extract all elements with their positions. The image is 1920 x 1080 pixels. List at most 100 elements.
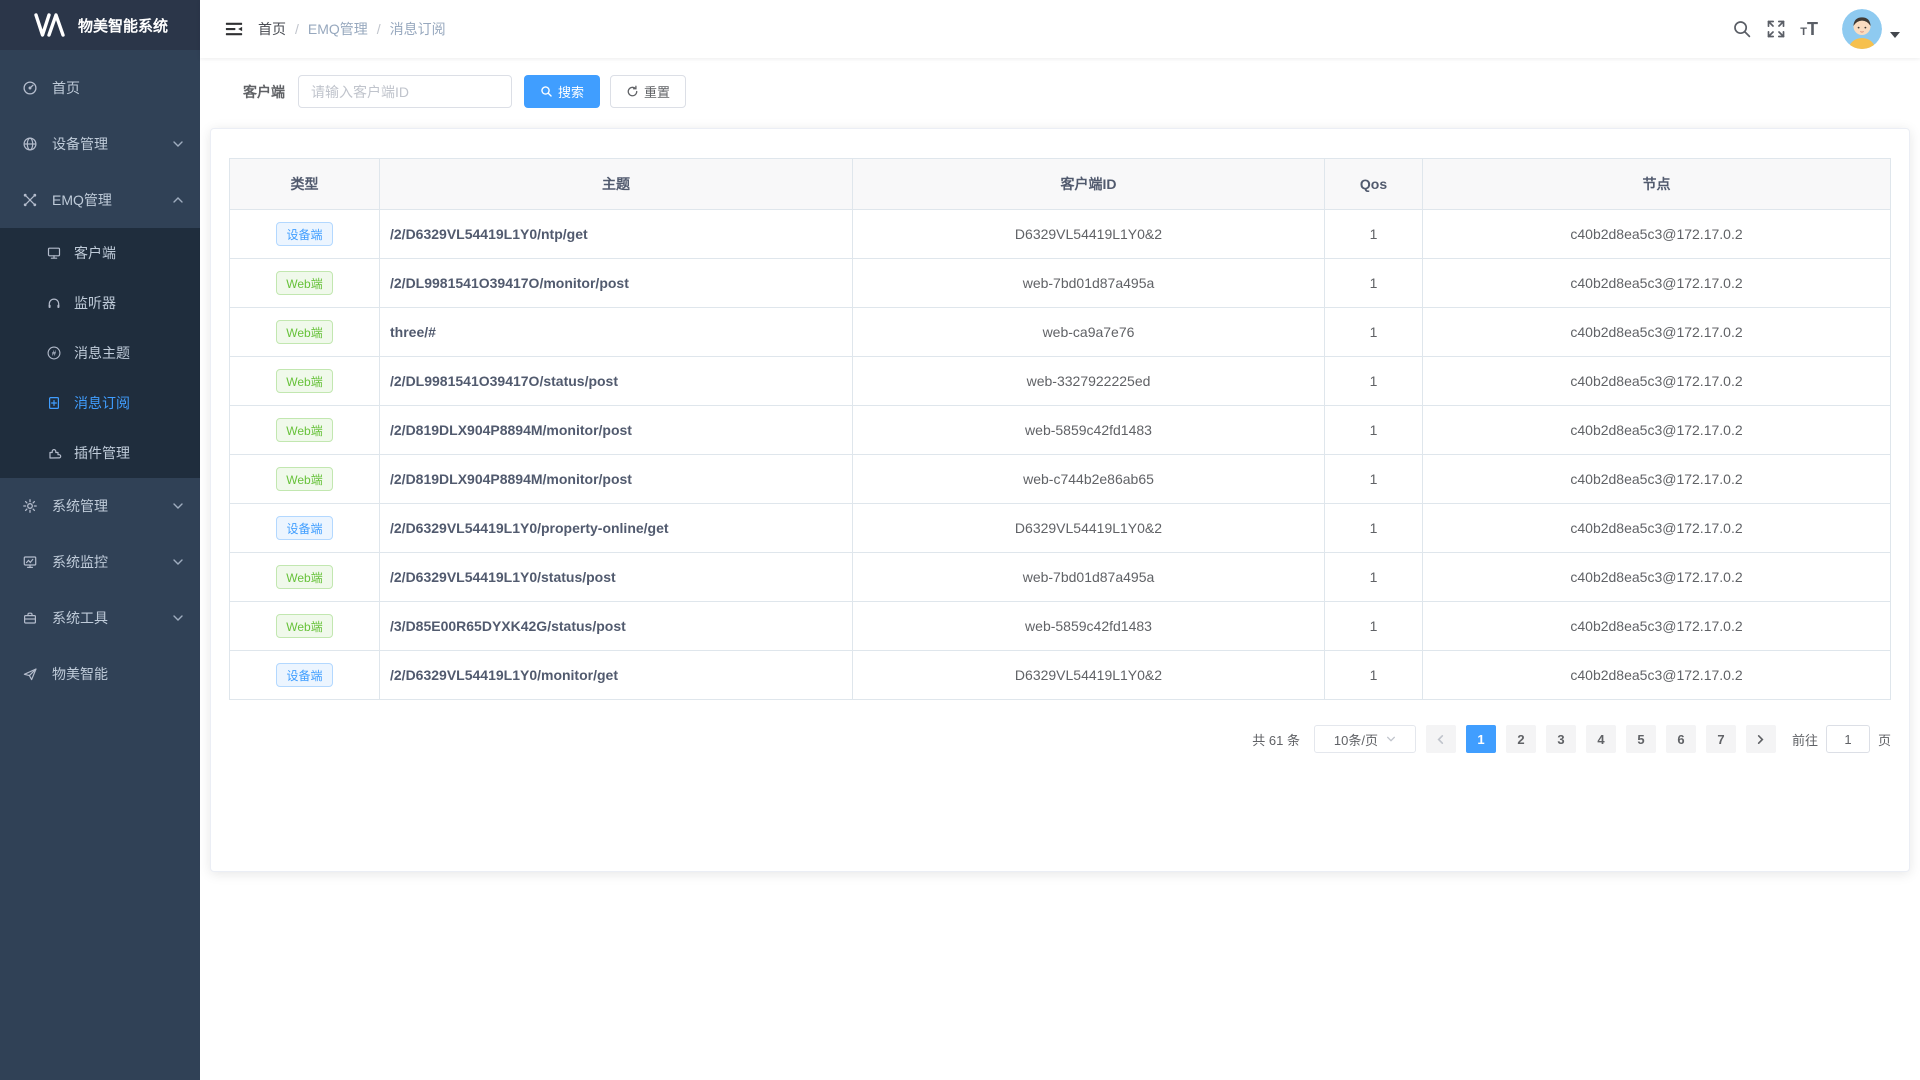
type-tag: Web端: [276, 418, 332, 442]
client-id-cell: web-c744b2e86ab65: [853, 455, 1325, 503]
type-tag: 设备端: [276, 222, 332, 246]
table-row: Web端 three/# web-ca9a7e76 1 c40b2d8ea5c3…: [230, 308, 1890, 357]
breadcrumb-home[interactable]: 首页: [258, 19, 286, 39]
search-form: 客户端 搜索 重置: [210, 58, 1910, 124]
sidebar-item-label: 设备管理: [52, 134, 172, 154]
breadcrumb-current: 消息订阅: [390, 19, 446, 39]
font-size-icon[interactable]: TT: [1800, 20, 1818, 38]
column-header-type: 类型: [230, 159, 380, 209]
sidebar-item-clients[interactable]: 客户端: [0, 228, 200, 278]
type-cell: Web端: [230, 308, 380, 356]
sidebar-item-label: EMQ管理: [52, 190, 172, 210]
next-page-button[interactable]: [1746, 725, 1776, 753]
page-button-6[interactable]: 6: [1666, 725, 1696, 753]
node-cell: c40b2d8ea5c3@172.17.0.2: [1423, 357, 1890, 405]
client-id-input[interactable]: [298, 75, 512, 108]
node-cell: c40b2d8ea5c3@172.17.0.2: [1423, 455, 1890, 503]
page-button-7[interactable]: 7: [1706, 725, 1736, 753]
search-icon[interactable]: [1732, 19, 1752, 39]
client-id-cell: web-7bd01d87a495a: [853, 259, 1325, 307]
qos-cell: 1: [1325, 602, 1423, 650]
qos-cell: 1: [1325, 406, 1423, 454]
search-button[interactable]: 搜索: [524, 75, 600, 108]
bookmark-plus-icon: [46, 395, 62, 411]
topic-cell: /2/D6329VL54419L1Y0/ntp/get: [380, 210, 853, 258]
qos-cell: 1: [1325, 455, 1423, 503]
type-tag: Web端: [276, 614, 332, 638]
type-cell: 设备端: [230, 210, 380, 258]
client-id-cell: web-7bd01d87a495a: [853, 553, 1325, 601]
node-cell: c40b2d8ea5c3@172.17.0.2: [1423, 651, 1890, 699]
client-id-cell: web-5859c42fd1483: [853, 406, 1325, 454]
table-row: 设备端 /2/D6329VL54419L1Y0/ntp/get D6329VL5…: [230, 210, 1890, 259]
page-button-1[interactable]: 1: [1466, 725, 1496, 753]
column-header-topic: 主题: [380, 159, 853, 209]
sidebar-item-topics[interactable]: # 消息主题: [0, 328, 200, 378]
sidebar: 物美智能系统 首页 设备管理: [0, 0, 200, 1080]
sidebar-item-device-mgmt[interactable]: 设备管理: [0, 116, 200, 172]
logo-icon: [34, 12, 68, 38]
search-icon: [540, 85, 553, 98]
dashboard-icon: [22, 80, 38, 96]
type-cell: Web端: [230, 602, 380, 650]
topic-cell: /2/D6329VL54419L1Y0/monitor/get: [380, 651, 853, 699]
sidebar-item-home[interactable]: 首页: [0, 60, 200, 116]
prev-page-button[interactable]: [1426, 725, 1456, 753]
logo[interactable]: 物美智能系统: [0, 0, 200, 50]
globe-icon: [22, 136, 38, 152]
type-tag: Web端: [276, 565, 332, 589]
sidebar-item-label: 系统监控: [52, 552, 172, 572]
toolbox-icon: [22, 610, 38, 626]
page-button-5[interactable]: 5: [1626, 725, 1656, 753]
topic-cell: /2/D819DLX904P8894M/monitor/post: [380, 455, 853, 503]
qos-cell: 1: [1325, 504, 1423, 552]
collapse-sidebar-icon[interactable]: [224, 19, 244, 39]
sidebar-item-system-monitor[interactable]: 系统监控: [0, 534, 200, 590]
client-id-cell: web-5859c42fd1483: [853, 602, 1325, 650]
headset-icon: [46, 295, 62, 311]
topic-cell: three/#: [380, 308, 853, 356]
search-button-label: 搜索: [558, 82, 584, 101]
sidebar-item-system-tools[interactable]: 系统工具: [0, 590, 200, 646]
sidebar-item-wumei-smart[interactable]: 物美智能: [0, 646, 200, 702]
goto-page-input[interactable]: [1826, 725, 1870, 753]
page-button-2[interactable]: 2: [1506, 725, 1536, 753]
reset-button[interactable]: 重置: [610, 75, 686, 108]
client-id-cell: D6329VL54419L1Y0&2: [853, 210, 1325, 258]
sidebar-item-subscriptions[interactable]: 消息订阅: [0, 378, 200, 428]
table-row: 设备端 /2/D6329VL54419L1Y0/property-online/…: [230, 504, 1890, 553]
caret-down-icon: [1890, 32, 1900, 38]
qos-cell: 1: [1325, 651, 1423, 699]
sidebar-item-label: 客户端: [74, 243, 184, 263]
goto-suffix: 页: [1878, 730, 1891, 749]
chevron-down-icon: [172, 556, 184, 568]
type-tag: 设备端: [276, 663, 332, 687]
column-header-node: 节点: [1423, 159, 1890, 209]
breadcrumb-separator: /: [295, 21, 299, 37]
table-row: Web端 /2/D819DLX904P8894M/monitor/post we…: [230, 406, 1890, 455]
main-area: 首页 / EMQ管理 / 消息订阅: [200, 0, 1920, 1080]
type-tag: Web端: [276, 467, 332, 491]
page-button-4[interactable]: 4: [1586, 725, 1616, 753]
table-header: 类型 主题 客户端ID Qos 节点: [230, 159, 1890, 210]
user-menu[interactable]: [1842, 9, 1900, 49]
sidebar-item-system-mgmt[interactable]: 系统管理: [0, 478, 200, 534]
qos-cell: 1: [1325, 259, 1423, 307]
avatar[interactable]: [1842, 9, 1882, 49]
sidebar-item-plugins[interactable]: 插件管理: [0, 428, 200, 478]
plugin-icon: [46, 445, 62, 461]
sidebar-item-emq-mgmt[interactable]: EMQ管理: [0, 172, 200, 228]
topbar-actions: TT: [1732, 9, 1900, 49]
sidebar-item-listeners[interactable]: 监听器: [0, 278, 200, 328]
hash-circle-icon: #: [46, 345, 62, 361]
page-size-select[interactable]: 10条/页: [1314, 725, 1416, 753]
column-header-client-id: 客户端ID: [853, 159, 1325, 209]
fullscreen-icon[interactable]: [1766, 19, 1786, 39]
page-button-3[interactable]: 3: [1546, 725, 1576, 753]
type-cell: Web端: [230, 553, 380, 601]
node-cell: c40b2d8ea5c3@172.17.0.2: [1423, 308, 1890, 356]
topbar: 首页 / EMQ管理 / 消息订阅: [200, 0, 1920, 58]
type-cell: 设备端: [230, 504, 380, 552]
topic-cell: /2/D819DLX904P8894M/monitor/post: [380, 406, 853, 454]
page-size-value: 10条/页: [1334, 730, 1378, 749]
